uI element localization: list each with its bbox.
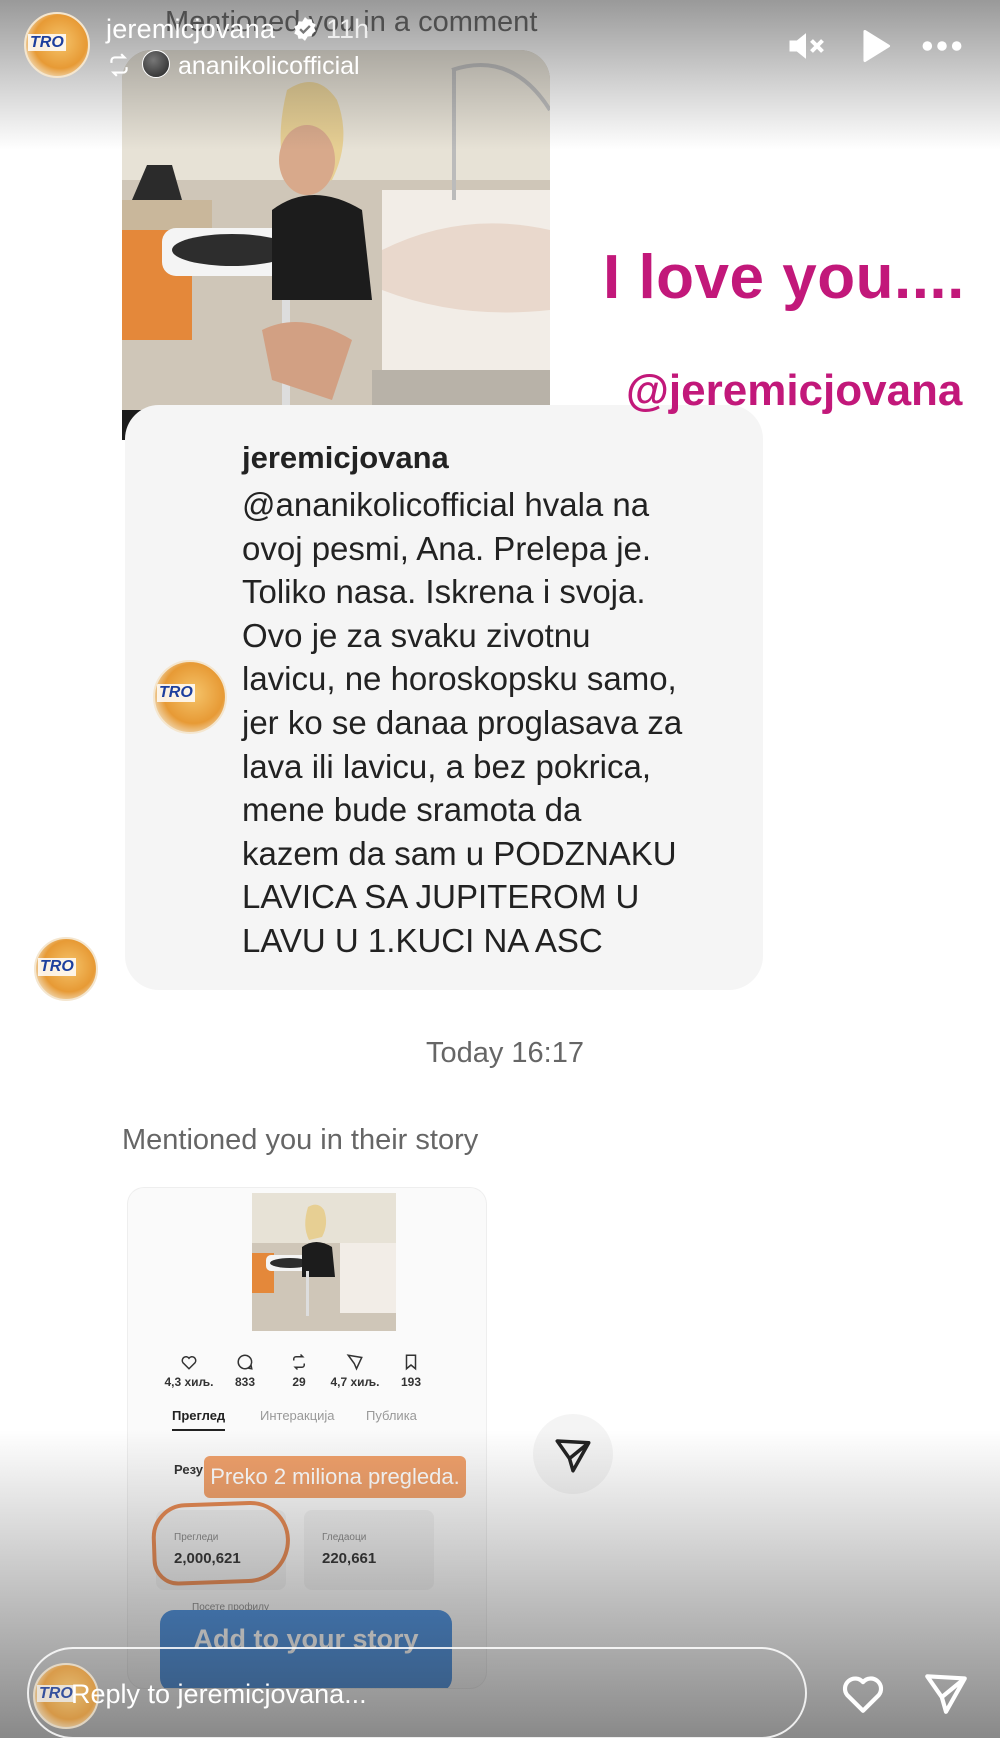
mute-icon[interactable] (784, 24, 828, 68)
commenter-avatar[interactable]: TRO (153, 660, 227, 734)
original-author-avatar[interactable] (142, 50, 170, 78)
tab-interaction[interactable]: Интеракција (260, 1408, 335, 1423)
stat-saves: 193 (376, 1353, 446, 1389)
comment-icon (237, 1354, 253, 1370)
author-username[interactable]: jeremicjovana (106, 14, 275, 45)
verified-badge-icon (294, 17, 316, 41)
mention-sticker[interactable]: @jeremicjovana (626, 366, 962, 416)
comment-bubble: TRO jeremicjovana @ananikolicofficial hv… (125, 405, 763, 990)
tab-overview[interactable]: Преглед (172, 1408, 226, 1431)
highlight-circle (150, 1499, 292, 1587)
author-avatar[interactable]: TRO (24, 12, 90, 78)
views-banner: Preko 2 miliona pregleda. (204, 1456, 466, 1498)
repost-icon (110, 53, 128, 77)
more-options-icon[interactable] (920, 24, 964, 68)
insights-tabs: Преглед Интеракција Публика (128, 1408, 486, 1444)
message-timestamp: Today 16:17 (425, 1037, 584, 1069)
original-author-username[interactable]: ananikolicofficial (178, 52, 360, 81)
tab-audience[interactable]: Публика (366, 1408, 417, 1423)
bookmark-icon (405, 1354, 417, 1371)
post-time: 11h (326, 14, 370, 44)
sender-avatar[interactable]: TRO (34, 937, 98, 1001)
commenter-username[interactable]: jeremicjovana (242, 440, 449, 476)
story-thumbnail (252, 1193, 396, 1331)
heart-icon (181, 1356, 197, 1370)
results-label: Резу (174, 1462, 203, 1477)
share-story-button[interactable] (533, 1414, 613, 1494)
reply-placeholder: Reply to jeremicjovana... (71, 1679, 367, 1709)
like-heart-icon[interactable] (838, 1668, 888, 1718)
story-header: TRO jeremicjovana 11h ananikolicofficial (0, 0, 1000, 110)
love-text-sticker: I love you.... (603, 243, 965, 312)
repost-icon (293, 1353, 305, 1371)
send-icon (555, 1439, 591, 1473)
play-icon[interactable] (852, 24, 896, 68)
viewers-metric: Гледаоци 220,661 (304, 1510, 434, 1590)
send-icon (346, 1354, 363, 1371)
comment-text: @ananikolicofficial hvala na ovoj pesmi,… (242, 486, 683, 959)
story-preview-card[interactable]: 4,3 хиљ. 833 29 4,7 хиљ. 193 Преглед Инт… (128, 1188, 486, 1688)
reply-input[interactable]: TRO Reply to jeremicjovana... (27, 1647, 807, 1738)
mentioned-label: Mentioned you in their story (122, 1124, 479, 1156)
send-message-icon[interactable] (921, 1668, 971, 1718)
